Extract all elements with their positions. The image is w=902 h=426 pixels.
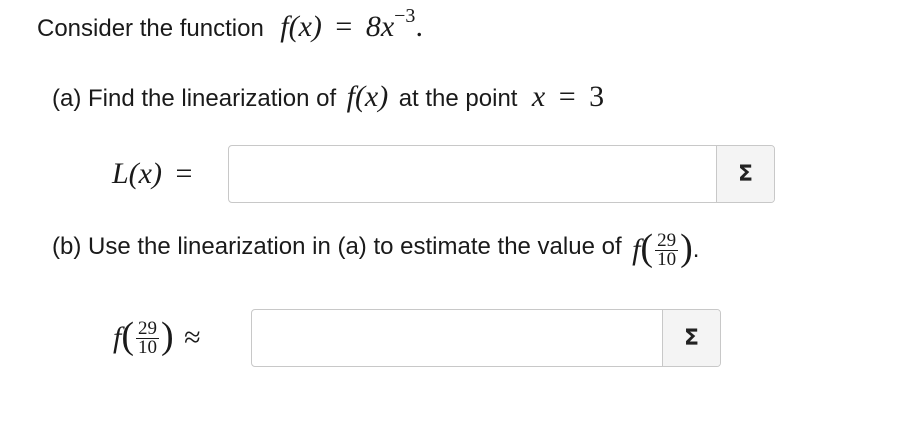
part-b-label-frac-den: 10 (138, 336, 157, 358)
part-b-answer-box: Σ (251, 309, 721, 367)
point-var: x (531, 80, 546, 113)
function-lhs: f(x) (280, 10, 322, 43)
part-b-paren-open: ( (640, 227, 654, 269)
part-a-prompt: (a) Find the linearization of f(x) at th… (52, 80, 604, 114)
part-b-sigma-button[interactable]: Σ (662, 310, 720, 366)
part-b-prompt: (b) Use the linearization in (a) to esti… (52, 227, 700, 272)
part-b-answer-label: f(29 10) ≈ (113, 315, 251, 360)
function-equals: = (335, 10, 353, 43)
approx-symbol: ≈ (184, 321, 201, 354)
point-equals: = (558, 80, 576, 113)
sigma-icon: Σ (737, 161, 754, 187)
part-a-text: (a) Find the linearization of (52, 85, 337, 112)
function-expression: f(x) = 8x−3. (280, 5, 423, 43)
function-coef: 8x (365, 10, 395, 43)
part-b-label-frac-num: 29 (136, 317, 159, 339)
function-period: . (415, 10, 423, 43)
part-b-label-paren-close: ) (161, 315, 174, 357)
part-a-fx: f(x) (346, 80, 389, 113)
part-b-frac-num: 29 (655, 229, 679, 251)
part-b-paren-close: ) (680, 227, 693, 269)
part-b-label-fraction: 29 10 (136, 317, 159, 358)
part-a-answer-label: L(x) = (112, 157, 228, 191)
part-a-answer-box: Σ (228, 145, 775, 203)
part-b-text: (b) Use the linearization in (a) to esti… (52, 233, 622, 261)
part-a-at-text: at the point (398, 85, 518, 112)
part-b-answer-row: f(29 10) ≈ Σ (113, 309, 721, 367)
part-a-sigma-button[interactable]: Σ (716, 146, 774, 202)
part-a-point: x = 3 (532, 80, 604, 113)
intro-text: Consider the function (37, 15, 264, 42)
part-b-label-paren-open: ( (121, 315, 134, 357)
point-value: 3 (589, 80, 605, 113)
part-b-answer-input[interactable] (252, 310, 664, 366)
answer-label-lx: L(x) (112, 157, 162, 190)
part-a-answer-input[interactable] (229, 146, 718, 202)
intro-line: Consider the function f(x) = 8x−3. (37, 5, 423, 44)
sigma-icon: Σ (683, 325, 700, 351)
answer-label-equals: = (175, 157, 193, 190)
part-b-frac-den: 10 (657, 248, 677, 270)
part-b-fraction: 29 10 (655, 229, 679, 270)
part-b-period: . (692, 236, 700, 263)
function-exponent: −3 (394, 5, 416, 27)
part-a-answer-row: L(x) = Σ (112, 145, 775, 203)
